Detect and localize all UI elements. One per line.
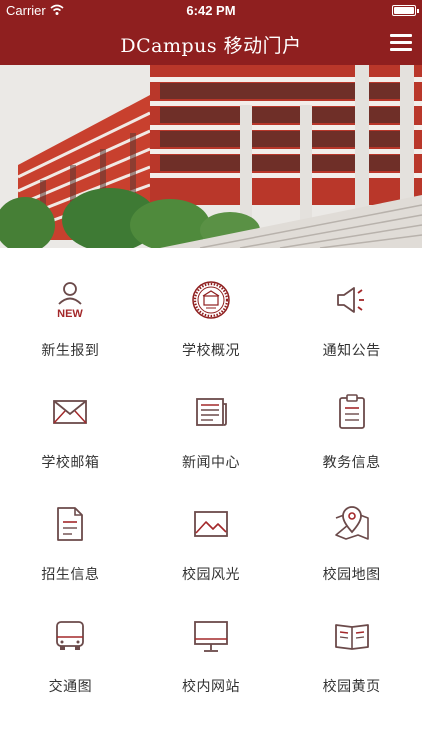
grid-item-label: 通知公告 bbox=[322, 343, 381, 359]
status-time: 6:42 PM bbox=[186, 3, 236, 18]
grid-item-label: 学校邮箱 bbox=[41, 455, 100, 471]
grid-item-school-mail[interactable]: 学校邮箱 bbox=[0, 368, 141, 480]
grid-item-campus-yellow-pages[interactable]: 校园黄页 bbox=[281, 592, 422, 704]
grid-item-campus-scenery[interactable]: 校园风光 bbox=[141, 480, 282, 592]
grid-item-transport-map[interactable]: 交通图 bbox=[0, 592, 141, 704]
megaphone-icon bbox=[330, 278, 374, 322]
grid-item-notices[interactable]: 通知公告 bbox=[281, 256, 422, 368]
grid-item-admissions[interactable]: 招生信息 bbox=[0, 480, 141, 592]
monitor-icon bbox=[189, 614, 233, 658]
grid-item-label: 新生报到 bbox=[41, 343, 100, 359]
grid-item-label: 校园风光 bbox=[181, 567, 240, 583]
landscape-image-icon bbox=[189, 502, 233, 546]
grid-item-label: 校内网站 bbox=[181, 679, 240, 695]
grid-item-academic-info[interactable]: 教务信息 bbox=[281, 368, 422, 480]
hamburger-menu-icon[interactable] bbox=[390, 34, 412, 52]
grid-item-campus-map[interactable]: 校园地图 bbox=[281, 480, 422, 592]
grid-item-label: 交通图 bbox=[48, 679, 93, 695]
page-title: DCampus 移动门户 bbox=[120, 35, 302, 57]
mail-icon bbox=[48, 390, 92, 434]
grid-item-label: 学校概况 bbox=[181, 343, 240, 359]
newspaper-icon bbox=[189, 390, 233, 434]
status-bar: Carrier 6:42 PM bbox=[0, 0, 422, 22]
nav-bar: DCampus 移动门户 bbox=[0, 22, 422, 65]
document-icon bbox=[48, 502, 92, 546]
battery-icon bbox=[392, 5, 419, 16]
new-badge: NEW bbox=[57, 308, 83, 320]
grid-item-news-center[interactable]: 新闻中心 bbox=[141, 368, 282, 480]
clipboard-icon bbox=[330, 390, 374, 434]
grid-item-label: 校园地图 bbox=[322, 567, 381, 583]
new-user-icon: NEW bbox=[48, 278, 92, 322]
grid-item-label: 新闻中心 bbox=[181, 455, 240, 471]
grid-item-campus-websites[interactable]: 校内网站 bbox=[141, 592, 282, 704]
grid-item-label: 招生信息 bbox=[41, 567, 100, 583]
grid-item-new-student[interactable]: NEW 新生报到 bbox=[0, 256, 141, 368]
campus-banner-image bbox=[0, 65, 422, 248]
open-book-icon bbox=[330, 614, 374, 658]
bus-icon bbox=[48, 614, 92, 658]
grid-item-label: 教务信息 bbox=[322, 455, 381, 471]
grid-item-label: 校园黄页 bbox=[322, 679, 381, 695]
feature-grid: NEW 新生报到 学校概况 通知公告 学校邮箱 新闻中心 教务信息 招生信息 校… bbox=[0, 248, 422, 704]
grid-item-school-overview[interactable]: 学校概况 bbox=[141, 256, 282, 368]
school-seal-icon bbox=[189, 278, 233, 322]
map-pin-icon bbox=[330, 502, 374, 546]
